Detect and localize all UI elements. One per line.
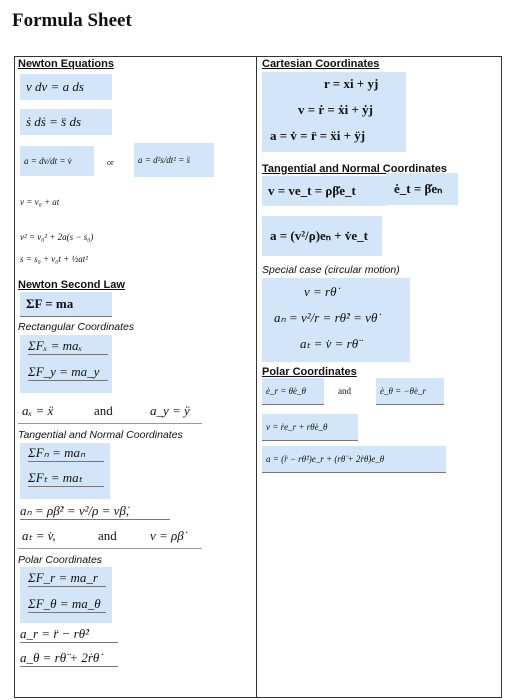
eq-at-circular: aₜ = v̇ = rθ̈ bbox=[300, 336, 359, 351]
eq-at: aₜ = v̇, bbox=[22, 528, 56, 543]
polar-heading: Polar Coordinates bbox=[262, 366, 357, 378]
eq-accel-dvdt: a = dv/dt = v̇ bbox=[20, 146, 94, 176]
rect-coords-label: Rectangular Coordinates bbox=[18, 321, 135, 333]
eq-an-circular: aₙ = v²/r = rθ̇² = vθ̇ bbox=[274, 310, 378, 325]
eq-v-v0: v = v₀ + at bbox=[20, 197, 60, 207]
eq-sumfn: ΣFₙ = maₙ bbox=[28, 445, 104, 462]
eq-s-position: s = s₀ + v₀t + ½at² bbox=[20, 254, 88, 264]
eq-sumfy: ΣF_y = ma_y bbox=[28, 364, 108, 381]
and-label-1: and bbox=[94, 403, 113, 418]
and-label-2: and bbox=[98, 528, 117, 543]
eq-et-dot: ė_t = β̇eₙ bbox=[386, 173, 458, 205]
eq-vdv: v dv = a ds bbox=[20, 74, 112, 100]
tn-coords-label: Tangential and Normal Coordinates bbox=[18, 429, 183, 441]
eq-v-tangential: v = ve_t = ρβ̇e_t bbox=[262, 176, 386, 206]
eq-sumftheta: ΣF_θ = ma_θ bbox=[28, 596, 106, 613]
eq-sdot: ṡ dṡ = s̈ ds bbox=[20, 109, 112, 135]
eq-sumf-ma: ΣF = ma bbox=[20, 292, 112, 317]
eq-an: aₙ = ρβ̇² = v²/ρ = vβ̇, bbox=[20, 503, 170, 520]
eq-v-velocity: v = ṙ = ẋi + ẏj bbox=[298, 102, 373, 117]
eq-a-tangential: a = (v²/ρ)eₙ + v̇e_t bbox=[262, 216, 382, 256]
eq-v-rho-beta: v = ρβ̇ bbox=[150, 528, 184, 543]
cartesian-heading: Cartesian Coordinates bbox=[262, 58, 380, 70]
eq-accel-d2s: a = d²s/dt² = s̈ bbox=[134, 143, 214, 177]
special-case-label: Special case (circular motion) bbox=[262, 264, 400, 276]
eq-sumfx: ΣFₓ = maₓ bbox=[28, 338, 108, 355]
polar-coords-label: Polar Coordinates bbox=[18, 554, 103, 566]
eq-sumfr: ΣF_r = ma_r bbox=[28, 570, 106, 587]
or-label: or bbox=[107, 158, 114, 167]
eq-v-polar: v = ṙe_r + rθ̇e_θ bbox=[262, 414, 358, 441]
column-divider bbox=[256, 56, 257, 698]
eq-r-position: r = xi + yj bbox=[324, 76, 379, 91]
newton-equations-heading: Newton Equations bbox=[18, 58, 114, 70]
eq-v-squared: v² = v₀² + 2a(s − s₀) bbox=[20, 232, 94, 242]
eq-a-acceleration: a = v̇ = r̈ = ẍi + ÿj bbox=[270, 128, 366, 143]
page-title: Formula Sheet bbox=[12, 10, 132, 31]
eq-etheta-dot: ė_θ = −θ̇e_r bbox=[376, 378, 444, 405]
newton-second-law-heading: Newton Second Law bbox=[18, 279, 125, 291]
eq-ax: aₓ = ẍ bbox=[22, 403, 54, 418]
eq-sumft: ΣFₜ = maₜ bbox=[28, 470, 104, 487]
and-label-3: and bbox=[338, 386, 351, 396]
tn-underline bbox=[18, 548, 202, 549]
eq-a-polar: a = (r̈ − rθ̇²)e_r + (rθ̈ + 2ṙθ̇)e_θ bbox=[262, 446, 446, 473]
eq-atheta: a_θ = rθ̈ + 2ṙθ̇ bbox=[20, 650, 118, 667]
eq-v-r-thetadot: v = rθ̇ bbox=[304, 284, 337, 299]
eq-ar: a_r = r̈ − rθ̇² bbox=[20, 626, 118, 643]
eq-ay: a_y = ÿ bbox=[150, 403, 190, 418]
eq-er-dot: ė_r = θ̇e_θ bbox=[262, 378, 324, 405]
rect-underline bbox=[18, 423, 202, 424]
